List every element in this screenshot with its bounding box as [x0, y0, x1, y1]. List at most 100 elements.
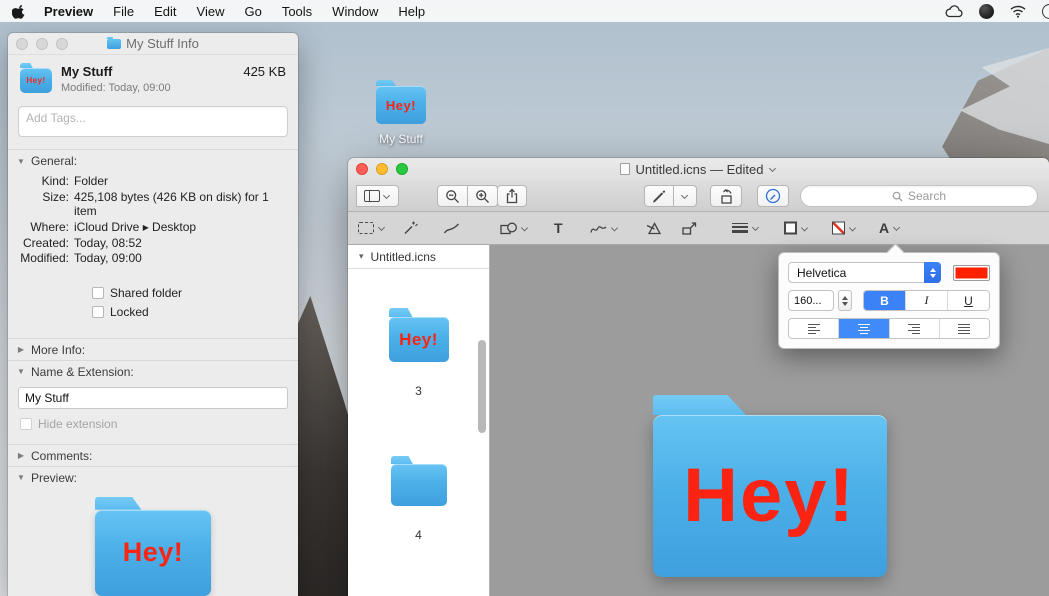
info-titlebar[interactable]: My Stuff Info	[8, 33, 298, 55]
thumbnail-page-4[interactable]: 4	[348, 464, 489, 542]
canvas-folder-text[interactable]: Hey!	[683, 458, 856, 534]
text-tool-button[interactable]: T	[554, 220, 563, 236]
canvas-folder-image[interactable]: Hey!	[653, 415, 887, 577]
disclosure-open-icon[interactable]: ▾	[359, 251, 364, 262]
underline-button[interactable]: U	[947, 291, 989, 310]
info-row-created: Created: Today, 08:52	[8, 236, 286, 251]
section-comments[interactable]: ▶ Comments:	[8, 445, 298, 466]
font-family-stepper[interactable]	[924, 262, 941, 283]
font-size-field[interactable]	[788, 290, 834, 311]
info-row-value: 425,108 bytes (426 KB on disk) for 1 ite…	[74, 190, 286, 219]
preview-titlebar[interactable]: Untitled.icns — Edited	[348, 158, 1049, 180]
info-row-label: Modified:	[8, 251, 74, 266]
menu-item-tools[interactable]: Tools	[272, 4, 322, 19]
section-name-extension[interactable]: ▼ Name & Extension:	[8, 361, 298, 382]
shape-style-button[interactable]	[732, 223, 760, 233]
align-right-button[interactable]	[889, 319, 939, 338]
down-arrow-icon	[842, 302, 848, 306]
minimize-button[interactable]	[36, 38, 48, 50]
close-button[interactable]	[16, 38, 28, 50]
align-center-button[interactable]	[838, 319, 888, 338]
sidebar-view-button[interactable]	[356, 185, 399, 207]
search-placeholder: Search	[908, 189, 946, 203]
sign-button[interactable]	[590, 222, 619, 235]
disclosure-closed-icon[interactable]: ▶	[16, 451, 26, 460]
sketch-tool-button[interactable]	[443, 221, 460, 236]
disclosure-closed-icon[interactable]: ▶	[16, 345, 26, 354]
minimize-button[interactable]	[376, 163, 388, 175]
markup-pen-button[interactable]	[644, 185, 674, 207]
search-input[interactable]: Search	[800, 185, 1038, 207]
zoom-in-button[interactable]	[468, 185, 498, 207]
menu-item-go[interactable]: Go	[234, 4, 271, 19]
adjust-color-button[interactable]	[646, 221, 662, 236]
wifi-icon[interactable]	[1010, 5, 1026, 18]
sidebar-scrollbar[interactable]	[478, 340, 486, 433]
app-status-icon[interactable]	[979, 4, 994, 19]
locked-checkbox[interactable]	[92, 306, 104, 318]
menu-app-name[interactable]: Preview	[34, 4, 103, 19]
menu-item-file[interactable]: File	[103, 4, 144, 19]
desktop-folder-my-stuff[interactable]: Hey! My Stuff	[368, 78, 434, 146]
border-color-icon	[784, 222, 797, 235]
bold-button[interactable]: B	[864, 291, 905, 310]
disclosure-open-icon[interactable]: ▼	[16, 473, 26, 482]
info-row-modified: Modified: Today, 09:00	[8, 251, 286, 266]
rotate-left-button[interactable]	[710, 185, 742, 207]
section-more-info[interactable]: ▶ More Info:	[8, 339, 298, 360]
zoom-out-button[interactable]	[437, 185, 468, 207]
section-name-extension-label: Name & Extension:	[31, 365, 134, 379]
shapes-button[interactable]	[500, 221, 529, 236]
filename-field[interactable]	[18, 387, 288, 409]
disclosure-open-icon[interactable]: ▼	[16, 157, 26, 166]
preview-window-title-text: Untitled.icns — Edited	[636, 162, 764, 177]
bold-italic-underline-segment: B I U	[863, 290, 990, 311]
markup-toolbar-toggle-button[interactable]	[757, 185, 789, 207]
preview-window: Untitled.icns — Edited	[348, 158, 1049, 596]
font-family-select[interactable]: Helvetica	[788, 262, 941, 283]
menu-item-window[interactable]: Window	[322, 4, 388, 19]
menu-bar: Preview File Edit View Go Tools Window H…	[0, 0, 1049, 22]
cloud-icon[interactable]	[944, 5, 963, 18]
tags-input[interactable]: Add Tags...	[18, 106, 288, 137]
fill-color-button[interactable]	[832, 222, 857, 235]
sidebar-header[interactable]: ▾ Untitled.icns	[348, 245, 489, 269]
text-tool-icon: T	[554, 220, 563, 236]
text-style-button[interactable]: A	[879, 220, 901, 236]
down-arrow-icon	[930, 274, 936, 278]
hide-extension-checkbox[interactable]	[20, 418, 32, 430]
menu-item-view[interactable]: View	[187, 4, 235, 19]
up-arrow-icon	[930, 268, 936, 272]
selection-tool-button[interactable]	[358, 222, 386, 234]
chevron-down-icon	[893, 224, 901, 232]
zoom-button[interactable]	[396, 163, 408, 175]
info-row-value: Folder	[74, 174, 286, 189]
shared-folder-checkbox[interactable]	[92, 287, 104, 299]
font-size-stepper[interactable]	[838, 290, 852, 311]
share-button[interactable]	[497, 185, 527, 207]
adjust-size-button[interactable]	[681, 221, 697, 236]
apple-menu-icon[interactable]	[12, 4, 26, 19]
border-color-button[interactable]	[784, 222, 809, 235]
instant-alpha-button[interactable]	[402, 220, 418, 236]
folder-icon-text: Hey!	[123, 539, 184, 566]
chevron-down-icon	[752, 224, 760, 232]
info-window: My Stuff Info Hey! My Stuff Modified: To…	[8, 33, 298, 596]
section-general[interactable]: ▼ General:	[8, 150, 298, 171]
disclosure-open-icon[interactable]: ▼	[16, 367, 26, 376]
menu-item-edit[interactable]: Edit	[144, 4, 186, 19]
align-left-button[interactable]	[789, 319, 838, 338]
menu-extra-icon[interactable]	[1042, 4, 1049, 19]
close-button[interactable]	[356, 163, 368, 175]
thumbnail-page-3[interactable]: Hey! 3	[348, 317, 489, 398]
zoom-button[interactable]	[56, 38, 68, 50]
chevron-down-icon	[801, 224, 809, 232]
menu-item-help[interactable]: Help	[388, 4, 435, 19]
italic-button[interactable]: I	[905, 291, 947, 310]
section-preview[interactable]: ▼ Preview:	[8, 467, 298, 488]
align-justify-button[interactable]	[939, 319, 989, 338]
chevron-down-icon[interactable]	[769, 165, 777, 173]
document-proxy-icon[interactable]	[620, 163, 630, 175]
font-color-well[interactable]	[953, 265, 990, 281]
markup-pen-dropdown[interactable]	[674, 185, 697, 207]
